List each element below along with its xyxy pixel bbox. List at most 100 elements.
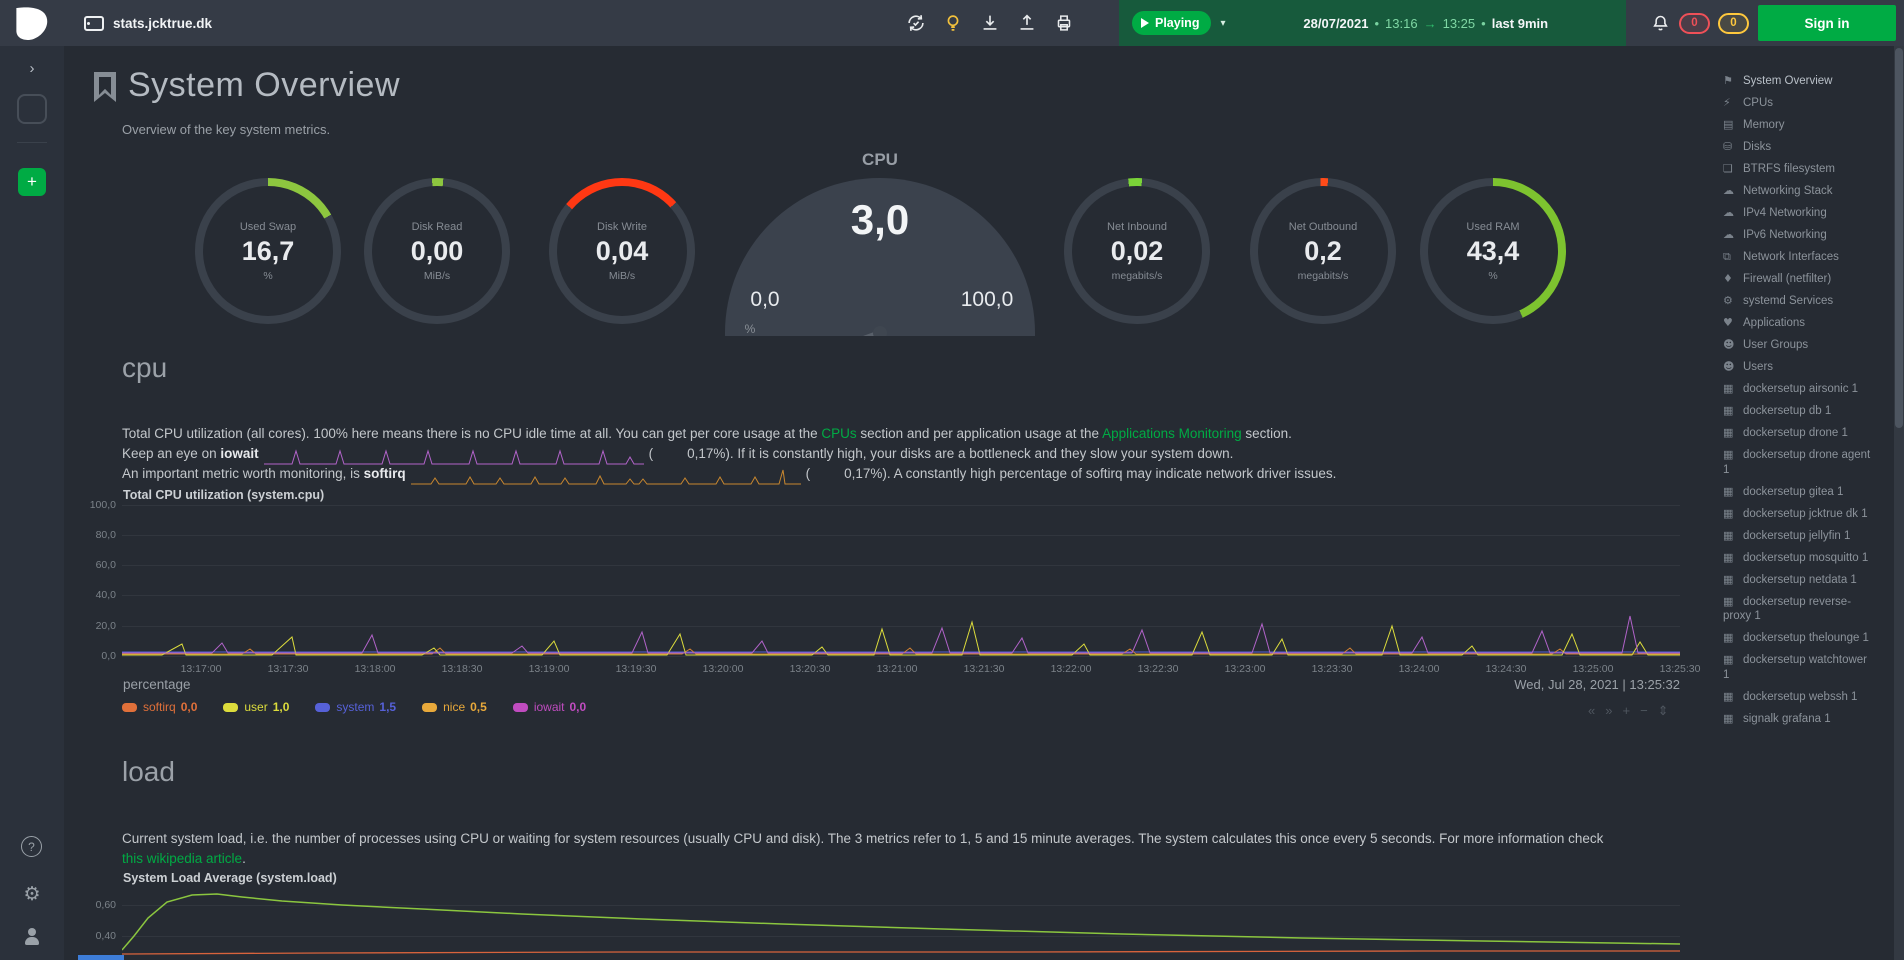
softirq-sparkline (411, 467, 801, 487)
legend-item[interactable]: iowait 0,0 (513, 700, 586, 714)
upload-icon[interactable] (1016, 12, 1038, 34)
gauge-label: Used Swap (240, 221, 296, 233)
applications-monitoring-link[interactable]: Applications Monitoring (1102, 426, 1242, 441)
sidebar-item-label: dockersetup watchtower 1 (1723, 654, 1867, 681)
warning-alerts-badge[interactable]: 0 (1718, 13, 1749, 34)
gear-icon[interactable]: ⚙ (0, 883, 64, 905)
legend-swatch (223, 703, 238, 712)
legend-item[interactable]: softirq 0,0 (122, 700, 197, 714)
sidebar-item-icon: ☁ (1723, 228, 1743, 243)
legend-value: 0,5 (470, 700, 487, 714)
sidebar-item[interactable]: ▦dockersetup drone agent 1 (1723, 448, 1873, 477)
sidebar-item-label: Disks (1743, 141, 1771, 153)
cpu-chart[interactable] (122, 505, 1680, 658)
sidebar-item[interactable]: ▦dockersetup gitea 1 (1723, 485, 1873, 500)
sidebar-item[interactable]: ⚙systemd Services (1723, 294, 1873, 309)
legend-name: system (336, 700, 374, 714)
gauge-chart[interactable]: Net Outbound 0,2 megabits/s (1250, 178, 1396, 324)
sidebar-item-icon: ▦ (1723, 631, 1743, 646)
user-profile-icon[interactable] (25, 928, 39, 946)
gauge-label: Used RAM (1466, 221, 1519, 233)
sidebar-item[interactable]: ♦Firewall (netfilter) (1723, 272, 1873, 287)
legend-item[interactable]: user 1,0 (223, 700, 289, 714)
sidebar-item[interactable]: ▦dockersetup airsonic 1 (1723, 382, 1873, 397)
gauge-label: Net Outbound (1289, 221, 1358, 233)
sidebar-item[interactable]: ☻User Groups (1723, 338, 1873, 353)
sidebar-item-icon: ⛁ (1723, 140, 1743, 155)
sidebar-item[interactable]: ▦dockersetup jellyfin 1 (1723, 529, 1873, 544)
print-icon[interactable] (1053, 12, 1075, 34)
chart-toolbox-icon[interactable]: + (1622, 703, 1630, 719)
sidebar-item[interactable]: ▦dockersetup thelounge 1 (1723, 631, 1873, 646)
gauge-unit: MiB/s (424, 270, 450, 282)
left-rail: › + ? ⚙ (0, 46, 64, 960)
cpu-chart-toolbox: « » +−⇕ (1588, 703, 1669, 719)
sidebar-item[interactable]: ▦dockersetup db 1 (1723, 404, 1873, 419)
sidebar-item[interactable]: ▦dockersetup drone 1 (1723, 426, 1873, 441)
chart-toolbox-icon[interactable]: » (1605, 703, 1612, 719)
sidebar-item[interactable]: ⚡CPUs (1723, 96, 1873, 111)
sidebar-item[interactable]: ▦dockersetup netdata 1 (1723, 573, 1873, 588)
download-icon[interactable] (979, 12, 1001, 34)
gauge-chart[interactable]: Net Inbound 0,02 megabits/s (1064, 178, 1210, 324)
sidebar-item[interactable]: ❏BTRFS filesystem (1723, 162, 1873, 177)
cpu-gauge-max: 100,0 (940, 288, 1034, 312)
sidebar-item[interactable]: ⧉Network Interfaces (1723, 250, 1873, 265)
sidebar-item[interactable]: ▦dockersetup reverse-proxy 1 (1723, 595, 1873, 624)
sidebar-item[interactable]: ▦dockersetup webssh 1 (1723, 690, 1873, 705)
gauge-value: 0,04 (596, 236, 649, 267)
sidebar-item[interactable]: ⚑System Overview (1723, 74, 1873, 89)
sidebar-item-icon: ▤ (1723, 118, 1743, 133)
legend-item[interactable]: nice 0,5 (422, 700, 487, 714)
page-scrollbar (1894, 46, 1904, 960)
help-button[interactable]: ? (21, 836, 42, 857)
sidebar-item[interactable]: ▦dockersetup jcktrue dk 1 (1723, 507, 1873, 522)
sidebar-item[interactable]: ☁Networking Stack (1723, 184, 1873, 199)
gauge-chart[interactable]: Disk Write 0,04 MiB/s (549, 178, 695, 324)
add-space-button[interactable]: + (18, 168, 46, 196)
time-range-display[interactable]: 28/07/2021 • 13:16 → 13:25 • last 9min (1226, 16, 1627, 31)
sidebar-item[interactable]: ♥Applications (1723, 316, 1873, 331)
legend-swatch (422, 703, 437, 712)
wikipedia-link[interactable]: this wikipedia article (122, 851, 242, 866)
sidebar-item[interactable]: ⛁Disks (1723, 140, 1873, 155)
chart-toolbox-icon[interactable]: « (1588, 703, 1595, 719)
sidebar-item[interactable]: ☁IPv6 Networking (1723, 228, 1873, 243)
scrollbar-thumb[interactable] (1895, 48, 1903, 428)
sidebar-item[interactable]: ▤Memory (1723, 118, 1873, 133)
cpu-paragraph-3: An important metric worth monitoring, is… (122, 464, 1336, 485)
sync-check-icon[interactable] (905, 12, 927, 34)
sidebar-item[interactable]: ▦dockersetup mosquitto 1 (1723, 551, 1873, 566)
space-placeholder-button[interactable] (17, 94, 47, 124)
sidebar-item[interactable]: ▦signalk grafana 1 (1723, 712, 1873, 727)
critical-alerts-badge[interactable]: 0 (1679, 13, 1710, 34)
legend-item[interactable]: system 1,5 (315, 700, 396, 714)
chart-toolbox-icon[interactable]: − (1640, 703, 1648, 719)
header-actions (905, 0, 1075, 46)
bell-icon[interactable] (1650, 13, 1671, 34)
gauge-chart[interactable]: Used Swap 16,7 % (195, 178, 341, 324)
sidebar-item[interactable]: ☻Users (1723, 360, 1873, 375)
gauge-chart[interactable]: Disk Read 0,00 MiB/s (364, 178, 510, 324)
sidebar-item-icon: ▦ (1723, 595, 1743, 610)
expand-chevron-icon[interactable]: › (0, 60, 64, 77)
time-control-panel: Playing ▾ 28/07/2021 • 13:16 → 13:25 • l… (1119, 0, 1626, 46)
time-from: 13:16 (1385, 16, 1418, 31)
chart-toolbox-icon[interactable]: ⇕ (1658, 703, 1669, 719)
load-chart[interactable] (122, 888, 1680, 960)
sidebar-item-label: dockersetup db 1 (1743, 405, 1831, 417)
playing-button[interactable]: Playing (1132, 11, 1211, 35)
sign-in-button[interactable]: Sign in (1758, 5, 1896, 41)
sidebar-item[interactable]: ▦dockersetup watchtower 1 (1723, 653, 1873, 682)
news-bulb-icon[interactable] (942, 12, 964, 34)
gauge-chart[interactable]: Used RAM 43,4 % (1420, 178, 1566, 324)
cpus-link[interactable]: CPUs (821, 426, 856, 441)
sidebar-item[interactable]: ☁IPv4 Networking (1723, 206, 1873, 221)
gauge-value: 0,2 (1304, 236, 1342, 267)
legend-value: 0,0 (570, 700, 587, 714)
gauge-unit: % (1488, 270, 1497, 282)
page-subtitle: Overview of the key system metrics. (122, 122, 330, 137)
sidebar-item-label: signalk grafana 1 (1743, 713, 1831, 725)
sidebar-item-icon: ⚡ (1723, 96, 1743, 111)
netdata-logo-icon[interactable] (10, 3, 50, 44)
